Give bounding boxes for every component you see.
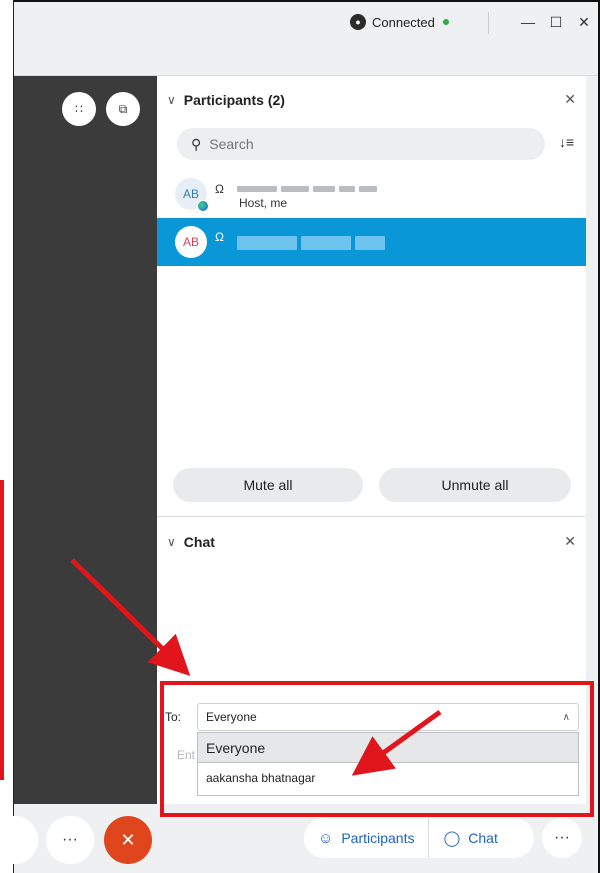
- participants-header[interactable]: ∨ Participants (2): [167, 92, 285, 108]
- maximize-icon[interactable]: ☐: [544, 10, 568, 34]
- status-dot-icon: [442, 19, 449, 25]
- titlebar-divider: [488, 12, 489, 34]
- participants-icon: ☺: [318, 829, 334, 847]
- annotation-edge: [0, 480, 4, 780]
- chat-title: Chat: [183, 534, 215, 550]
- participants-title: Participants (2): [183, 92, 285, 108]
- unmute-all-button[interactable]: Unmute all: [379, 468, 571, 502]
- participant-role: Host, me: [239, 196, 288, 210]
- participant-row[interactable]: AB Ω Host, me: [157, 170, 586, 218]
- lock-icon: ●: [350, 14, 366, 30]
- participant-row[interactable]: AB Ω: [157, 218, 586, 266]
- participant-search[interactable]: ⚲: [177, 128, 545, 160]
- left-window-edge: [0, 0, 14, 873]
- participant-name-redacted: [237, 180, 381, 192]
- globe-icon: [197, 200, 209, 212]
- sort-icon[interactable]: ↓≡: [559, 134, 574, 150]
- headset-icon: Ω: [215, 230, 224, 244]
- layout-switch-icon[interactable]: ⧉: [106, 92, 140, 126]
- chat-button-label: Chat: [468, 830, 498, 846]
- participants-button-label: Participants: [341, 830, 415, 846]
- video-area: ∷ ⧉: [14, 76, 157, 804]
- close-chat-icon[interactable]: ✕: [564, 533, 576, 550]
- minimize-icon[interactable]: —: [516, 10, 540, 34]
- end-call-button[interactable]: ✕: [104, 816, 152, 864]
- headset-icon: Ω: [215, 182, 224, 196]
- panel-toggle-group: ☺ Participants ◯ Chat: [304, 818, 534, 858]
- avatar-initials: AB: [182, 187, 199, 201]
- participants-button[interactable]: ☺ Participants: [304, 818, 428, 858]
- participant-name-redacted: [237, 234, 389, 250]
- connection-status-label: Connected: [372, 14, 435, 30]
- grid-view-icon[interactable]: ∷: [62, 92, 96, 126]
- chevron-down-icon[interactable]: ∨: [167, 93, 176, 107]
- chat-header[interactable]: ∨ Chat: [167, 534, 215, 550]
- mute-all-button[interactable]: Mute all: [173, 468, 363, 502]
- avatar: AB: [175, 226, 207, 258]
- title-bar: ● Connected — ☐ ✕: [14, 2, 598, 76]
- more-options-button[interactable]: ···: [46, 816, 94, 864]
- section-divider: [157, 516, 586, 517]
- avatar: AB: [175, 178, 209, 212]
- close-participants-icon[interactable]: ✕: [564, 91, 576, 108]
- overflow-menu-button[interactable]: ···: [542, 818, 582, 858]
- search-input[interactable]: [209, 136, 510, 152]
- chat-button[interactable]: ◯ Chat: [429, 818, 511, 858]
- chat-bubble-icon: ◯: [443, 830, 461, 847]
- annotation-highlight-box: [160, 681, 594, 817]
- avatar-initials: AB: [182, 235, 199, 249]
- partial-control-button[interactable]: [0, 816, 38, 864]
- chevron-down-icon[interactable]: ∨: [167, 535, 176, 549]
- connection-status: ● Connected: [350, 14, 449, 30]
- search-icon: ⚲: [191, 135, 202, 152]
- close-icon[interactable]: ✕: [572, 10, 596, 34]
